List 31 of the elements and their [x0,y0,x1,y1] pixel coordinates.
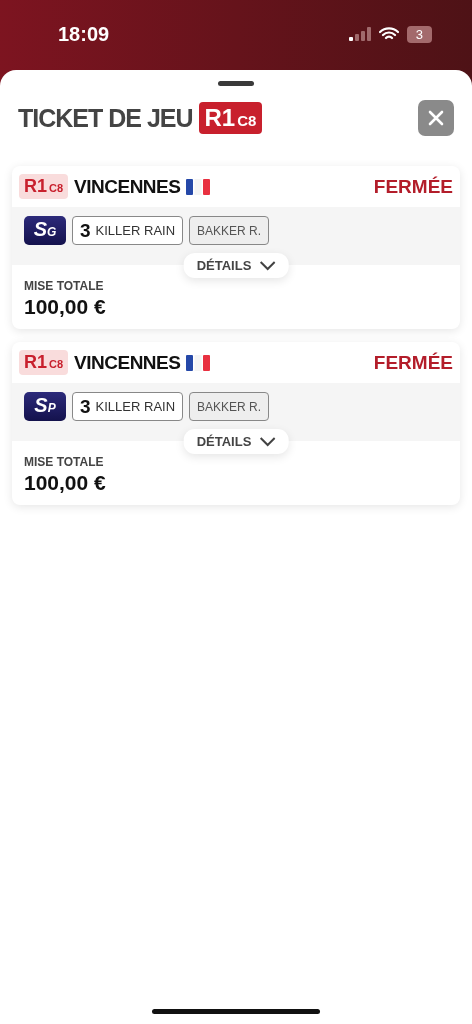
runner-chip: 3 KILLER RAIN [72,216,184,245]
bet-type-badge: SG [24,216,66,245]
venue-name: VINCENNES [74,351,181,374]
chevron-down-icon [259,436,276,447]
venue-name: VINCENNES [74,175,181,198]
race-status: FERMÉE [373,175,453,198]
jockey-chip: BAKKER R. [189,392,270,421]
stake-amount: 100,00 € [24,295,106,319]
race-tag: R1C8 [19,350,69,375]
battery-icon: 3 [406,25,432,43]
wifi-icon [378,27,399,41]
flag-icon [186,178,211,195]
close-icon [428,110,444,126]
close-button[interactable] [418,100,454,136]
bet-type-badge: SP [24,392,66,421]
jockey-chip: BAKKER R. [189,216,270,245]
stake-label: MISE TOTALE [24,455,104,469]
runner-chip: 3 KILLER RAIN [72,392,184,421]
clock: 18:09 [58,22,111,46]
details-button[interactable]: DÉTAILS [183,253,289,278]
race-tag: R1C8 [198,102,263,134]
details-button[interactable]: DÉTAILS [183,429,289,454]
sheet-title: TICKET DE JEU [18,103,193,133]
signal-icon [348,27,371,41]
chevron-down-icon [259,260,276,271]
stake-label: MISE TOTALE [24,279,104,293]
drag-handle[interactable] [218,81,254,86]
stake-amount: 100,00 € [24,471,106,495]
race-status: FERMÉE [373,351,453,374]
race-tag: R1C8 [19,174,69,199]
flag-icon [186,354,211,371]
